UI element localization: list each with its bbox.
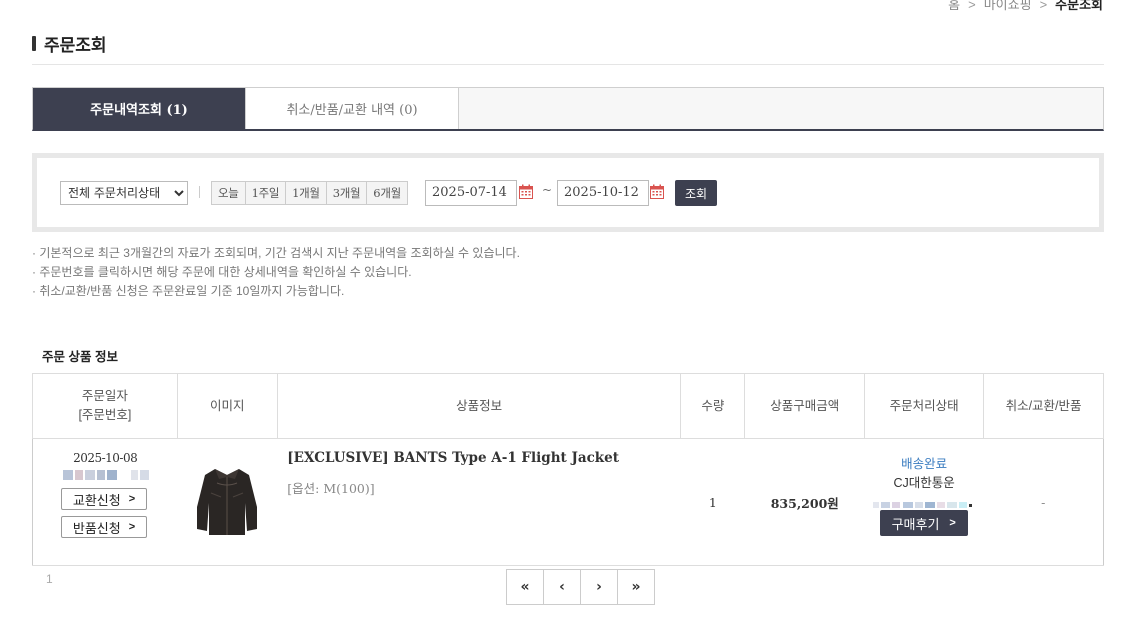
pagination: « ‹ › » [506,569,655,605]
header-product-info: 상품정보 [276,373,682,439]
info-notes: · 기본적으로 최근 3개월간의 자료가 조회되며, 기간 검색시 지난 주문내… [32,244,520,301]
header-status: 주문처리상태 [864,373,985,439]
exchange-request-button[interactable]: 교환신청 > [61,488,147,510]
chevron-right-icon: > [949,517,956,529]
redaction-blur [872,502,972,508]
period-1month-button[interactable]: 1개월 [286,182,327,204]
date-from-input[interactable]: 2025-07-14 [425,180,517,206]
product-name-link[interactable]: [EXCLUSIVE] BANTS Type A-1 Flight Jacket [287,450,671,466]
breadcrumb-current: 주문조회 [1055,0,1103,12]
date-to-input[interactable]: 2025-10-12 [557,180,649,206]
tab-order-history[interactable]: 주문내역조회 (1) [33,88,246,129]
delivery-status: 배송완료 [901,457,948,471]
breadcrumb: 홈 > 마이쇼핑 > 주문조회 [948,0,1103,13]
tracking-number-redacted[interactable] [872,497,976,508]
quantity-cell: 1 [680,438,745,566]
table-header-row: 주문일자 [주문번호] 이미지 상품정보 수량 상품구매금액 주문처리상태 취소/… [32,373,1104,439]
search-button[interactable]: 조회 [675,180,717,206]
divider [199,186,200,198]
date-range-separator: ~ [542,183,553,197]
chevron-right-icon: > [128,521,136,533]
note-item: · 기본적으로 최근 3개월간의 자료가 조회되며, 기간 검색시 지난 주문내… [32,246,520,260]
section-title: 주문 상품 정보 [42,350,118,364]
header-image: 이미지 [176,373,278,439]
order-date: 2025-10-08 [73,451,138,465]
note-item: · 취소/교환/반품 신청은 주문완료일 기준 10일까지 가능합니다. [32,284,345,298]
tab-bar: 주문내역조회 (1) 취소/반품/교환 내역 (0) [32,87,1104,131]
note-item: · 주문번호를 클릭하시면 해당 주문에 대한 상세내역을 확인하실 수 있습니… [32,265,412,279]
cancel-exchange-return-cell: - [983,438,1104,566]
order-status-select[interactable]: 전체 주문처리상태 [60,181,188,205]
current-page-number: 1 [46,572,53,586]
order-date-cell: 2025-10-08 교환신청 > 반품신청 > [32,438,178,566]
status-cell: 배송완료 CJ대한통운 구매후기 > [864,438,984,566]
header-cancel-exchange-return: 취소/교환/반품 [983,373,1104,439]
first-page-button[interactable]: « [506,569,544,605]
period-today-button[interactable]: 오늘 [212,182,246,204]
period-button-group: 오늘 1주일 1개월 3개월 6개월 [211,181,408,205]
header-quantity: 수량 [680,373,746,439]
title-bar-icon [32,36,36,51]
last-page-button[interactable]: » [617,569,655,605]
calendar-icon[interactable] [518,184,534,200]
chevron-right-icon: > [1039,0,1048,12]
table-row: 2025-10-08 교환신청 > 반품신청 > [EXCLUSIVE] BAN… [32,438,1104,566]
chevron-right-icon: > [968,0,976,12]
calendar-icon[interactable] [649,184,665,200]
carrier-name: CJ대한통운 [893,476,955,490]
price-cell: 835,200원 [744,438,865,566]
period-1week-button[interactable]: 1주일 [245,182,287,204]
header-order-date: 주문일자 [주문번호] [32,373,178,439]
breadcrumb-home[interactable]: 홈 [948,0,960,12]
product-option: [옵션: M(100)] [287,481,375,496]
header-price: 상품구매금액 [744,373,866,439]
period-6month-button[interactable]: 6개월 [367,182,407,204]
next-page-button[interactable]: › [580,569,618,605]
breadcrumb-mypage[interactable]: 마이쇼핑 [984,0,1032,12]
orders-table: 주문일자 [주문번호] 이미지 상품정보 수량 상품구매금액 주문처리상태 취소/… [32,373,1104,566]
chevron-right-icon: > [128,493,136,505]
order-number-redacted[interactable] [63,470,157,480]
write-review-button[interactable]: 구매후기 > [879,510,968,536]
title-divider [32,64,1104,65]
page-title-text: 주문조회 [44,36,107,55]
page-title: 주문조회 [32,31,107,56]
period-3month-button[interactable]: 3개월 [326,182,368,204]
prev-page-button[interactable]: ‹ [543,569,581,605]
tab-cancel-return-exchange[interactable]: 취소/반품/교환 내역 (0) [246,88,459,129]
return-request-button[interactable]: 반품신청 > [61,516,147,538]
product-image-jacket[interactable] [191,463,263,539]
product-image-cell [177,438,278,566]
product-info-cell: [EXCLUSIVE] BANTS Type A-1 Flight Jacket… [277,438,681,566]
